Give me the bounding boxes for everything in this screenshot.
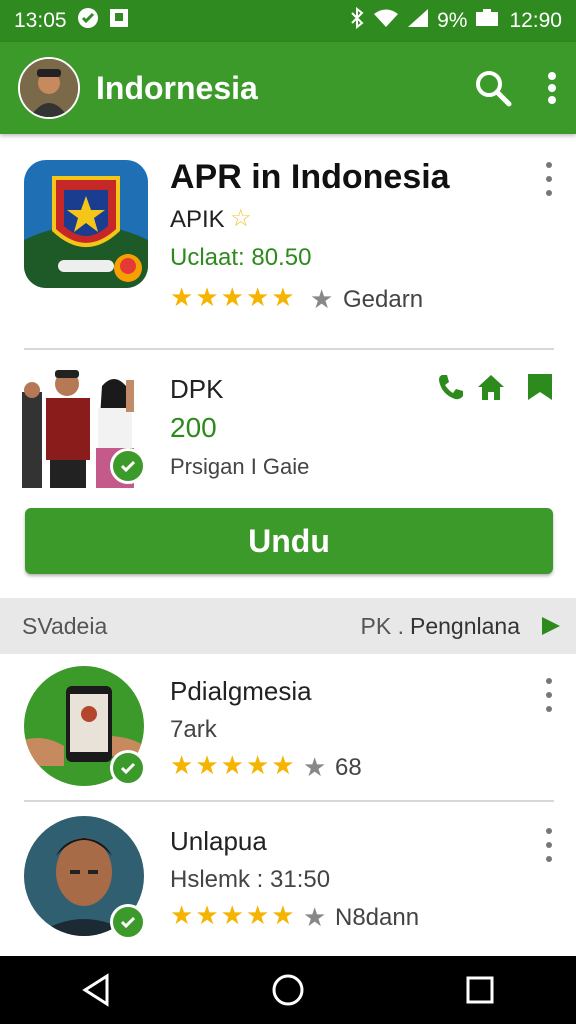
list-item-subtitle: 7ark xyxy=(170,716,217,743)
app-category: Gedarn xyxy=(343,286,424,313)
rating-stars: ★ ★ ★ ★ ★ xyxy=(170,750,295,780)
list-item-meta: N8dann xyxy=(335,904,420,931)
section-right-label[interactable]: Pengnlana xyxy=(410,613,520,640)
status-bar: 13:05 9% 12:90 xyxy=(0,0,576,42)
list-item-title: Pdialgmesia xyxy=(170,676,312,706)
wifi-icon xyxy=(373,8,399,34)
home-icon[interactable] xyxy=(476,372,506,402)
bookmark-icon[interactable] xyxy=(526,372,554,402)
verified-check-icon xyxy=(110,904,146,940)
list-item-more-icon[interactable] xyxy=(537,678,561,712)
promo-row[interactable]: DPK 200 Prsigan I Gaie xyxy=(0,352,576,498)
featured-app-card[interactable]: APR in Indonesia APIK ☆ Uclaat: 80.50 ★ ★… xyxy=(0,134,576,348)
list-item[interactable]: Unlapua Hslemk : 31:50 ★ ★ ★ ★ ★ ★ N8dann xyxy=(0,804,576,954)
status-time-right: 12:90 xyxy=(509,9,562,32)
app-publisher: APIK xyxy=(170,206,225,233)
featured-more-icon[interactable] xyxy=(537,162,561,196)
app-bar: Indornesia xyxy=(0,42,576,134)
more-vert-icon[interactable] xyxy=(546,71,558,105)
battery-icon xyxy=(475,8,501,34)
notification-icon xyxy=(109,8,129,34)
meta-star-icon: ★ xyxy=(303,752,327,782)
avatar[interactable] xyxy=(18,57,80,119)
app-emblem-icon xyxy=(24,160,148,288)
category-star-icon: ★ xyxy=(310,284,334,314)
list-item-title: Unlapua xyxy=(170,826,267,856)
back-icon[interactable] xyxy=(56,960,136,1020)
verified-check-icon xyxy=(110,750,146,786)
list-item-subtitle: Hslemk : 31:50 xyxy=(170,866,331,893)
list-item[interactable]: Pdialgmesia 7ark ★ ★ ★ ★ ★ ★ 68 xyxy=(0,654,576,800)
app-update-info: Uclaat: 80.50 xyxy=(170,244,312,271)
promo-count: 200 xyxy=(170,412,217,443)
home-nav-icon[interactable] xyxy=(248,960,328,1020)
section-left-label: SVadeia xyxy=(22,612,108,639)
list-item-more-icon[interactable] xyxy=(537,828,561,862)
rating-stars: ★ ★ ★ ★ ★ xyxy=(170,900,295,930)
section-right-prefix: PK . xyxy=(360,612,404,639)
divider xyxy=(24,800,554,802)
search-icon[interactable] xyxy=(474,69,512,107)
promo-name: DPK xyxy=(170,374,224,404)
section-bar[interactable]: SVadeia PK . Pengnlana xyxy=(0,598,576,654)
signal-icon xyxy=(407,8,429,34)
divider xyxy=(24,348,554,350)
list-item-meta: 68 xyxy=(335,754,362,781)
rating-stars: ★ ★ ★ ★ ★ xyxy=(170,282,295,312)
promo-caption: Prsigan I Gaie xyxy=(170,454,310,479)
verified-check-icon xyxy=(110,448,146,484)
bluetooth-icon xyxy=(349,6,365,35)
award-star-icon: ☆ xyxy=(230,205,252,232)
meta-star-icon: ★ xyxy=(303,902,327,932)
app-bar-title: Indornesia xyxy=(96,69,258,106)
recents-icon[interactable] xyxy=(440,960,520,1020)
status-time-left: 13:05 xyxy=(14,9,67,32)
battery-percent: 9% xyxy=(437,9,468,32)
install-button[interactable]: Undu xyxy=(25,508,553,574)
play-arrow-icon[interactable] xyxy=(540,615,562,637)
phone-icon[interactable] xyxy=(436,372,466,402)
app-title: APR in Indonesia xyxy=(170,158,450,196)
check-circle-icon xyxy=(77,7,99,35)
navigation-bar xyxy=(0,956,576,1024)
